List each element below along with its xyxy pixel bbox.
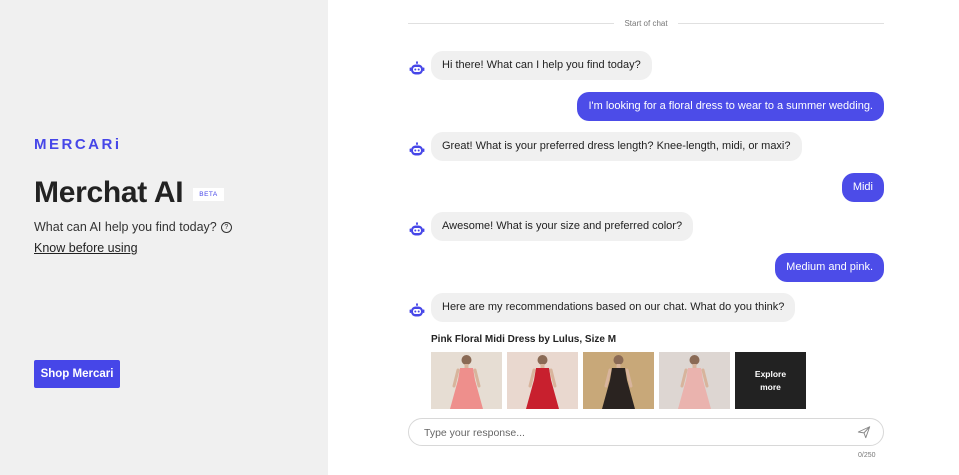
bot-message: Great! What is your preferred dress leng… bbox=[431, 132, 802, 161]
dress-image bbox=[602, 355, 635, 409]
bot-avatar-icon bbox=[409, 303, 425, 319]
product-thumbnail[interactable] bbox=[507, 352, 578, 409]
bot-avatar-icon bbox=[409, 61, 425, 77]
explore-line-1: Explore bbox=[754, 368, 787, 379]
user-message: Midi bbox=[841, 173, 884, 202]
start-of-chat-label: Start of chat bbox=[624, 18, 668, 28]
bot-message: Awesome! What is your size and preferred… bbox=[431, 212, 694, 241]
recommendation-title: Pink Floral Midi Dress by Lulus, Size M bbox=[431, 334, 617, 345]
user-message: Medium and pink. bbox=[775, 253, 884, 282]
know-before-using-link[interactable]: Know before using bbox=[34, 241, 138, 255]
product-thumbnail[interactable] bbox=[431, 352, 502, 409]
chat-panel: Start of chat Hi there! What can I help … bbox=[328, 0, 959, 475]
dress-image bbox=[526, 355, 559, 409]
explore-more-tile[interactable]: Explore more bbox=[735, 352, 806, 409]
shop-mercari-button[interactable]: Shop Mercari bbox=[34, 360, 120, 388]
product-thumbnail[interactable] bbox=[583, 352, 654, 409]
bot-avatar-icon bbox=[409, 222, 425, 238]
response-field-wrapper bbox=[408, 418, 884, 446]
user-message: I'm looking for a floral dress to wear t… bbox=[577, 92, 884, 121]
beta-badge: BETA bbox=[193, 187, 224, 201]
help-circle-icon[interactable]: ? bbox=[220, 221, 232, 233]
divider-line bbox=[677, 22, 885, 24]
response-input[interactable] bbox=[422, 424, 846, 442]
dress-image bbox=[678, 355, 711, 409]
product-thumbnail[interactable] bbox=[659, 352, 730, 409]
subtitle-text: What can AI help you find today? bbox=[34, 220, 217, 234]
sidebar-panel: MERCARi Merchat AI BETA What can AI help… bbox=[0, 0, 328, 475]
bot-message: Hi there! What can I help you find today… bbox=[431, 51, 652, 80]
explore-line-2: more bbox=[760, 381, 781, 392]
character-counter: 0/250 bbox=[858, 452, 876, 459]
bot-message: Here are my recommendations based on our… bbox=[431, 293, 796, 322]
mercari-logo: MERCARi bbox=[34, 136, 122, 153]
divider-line bbox=[408, 22, 615, 24]
dress-image bbox=[450, 355, 483, 409]
bot-avatar-icon bbox=[409, 142, 425, 158]
send-icon[interactable] bbox=[857, 425, 871, 439]
title-row: Merchat AI BETA bbox=[34, 176, 224, 210]
start-of-chat-divider: Start of chat bbox=[408, 17, 885, 29]
page-title: Merchat AI bbox=[34, 176, 184, 209]
subtitle: What can AI help you find today? ? bbox=[34, 220, 232, 234]
